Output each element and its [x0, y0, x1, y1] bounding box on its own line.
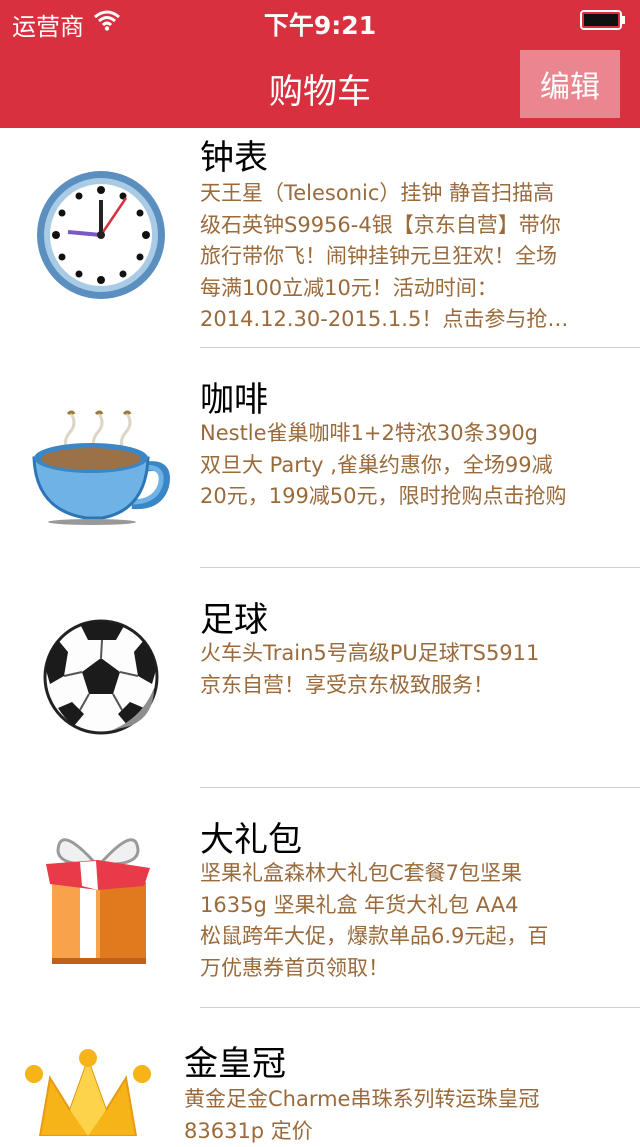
item-description: Nestle雀巢咖啡1+2特浓30条390g 双旦大 Party ,雀巢约惠你，… [200, 421, 567, 508]
cart-item[interactable]: 足球 火车头Train5号高级PU足球TS5911 京东自营！享受京东极致服务！ [0, 568, 640, 788]
gift-box-icon [46, 838, 150, 964]
item-description: 坚果礼盒森林大礼包C套餐7包坚果 1635g 坚果礼盒 年货大礼包 AA4 松鼠… [200, 861, 549, 980]
cart-item[interactable]: 金皇冠 黄金足金Charme串珠系列转运珠皇冠 83631p 定价 [0, 1008, 640, 1143]
edit-button[interactable]: 编辑 [520, 50, 620, 118]
clock-icon [37, 171, 165, 299]
item-description: 天王星（Telesonic）挂钟 静音扫描高 级石英钟S9956-4银【京东自营… [200, 181, 569, 331]
item-title: 大礼包 [200, 820, 302, 860]
status-bar: 运营商 下午9:21 [0, 0, 640, 41]
status-time: 下午9:21 [263, 11, 377, 40]
soccer-ball-icon [43, 619, 159, 735]
item-description: 黄金足金Charme串珠系列转运珠皇冠 83631p 定价 [184, 1087, 540, 1143]
item-title: 足球 [200, 600, 268, 640]
cart-item[interactable]: 钟表 天王星（Telesonic）挂钟 静音扫描高 级石英钟S9956-4银【京… [0, 128, 640, 348]
cart-item[interactable]: 咖啡 Nestle雀巢咖啡1+2特浓30条390g 双旦大 Party ,雀巢约… [0, 348, 640, 568]
item-description: 火车头Train5号高级PU足球TS5911 京东自营！享受京东极致服务！ [200, 641, 540, 697]
item-title: 钟表 [200, 138, 268, 178]
crown-icon [25, 1049, 151, 1136]
coffee-cup-icon [32, 410, 170, 525]
battery-icon [580, 10, 625, 30]
cart-item[interactable]: 大礼包 坚果礼盒森林大礼包C套餐7包坚果 1635g 坚果礼盒 年货大礼包 AA… [0, 788, 640, 1008]
item-title: 金皇冠 [184, 1044, 286, 1084]
nav-bar: 运营商 下午9:21 购物车 编辑 [0, 0, 640, 128]
item-title: 咖啡 [200, 380, 268, 420]
